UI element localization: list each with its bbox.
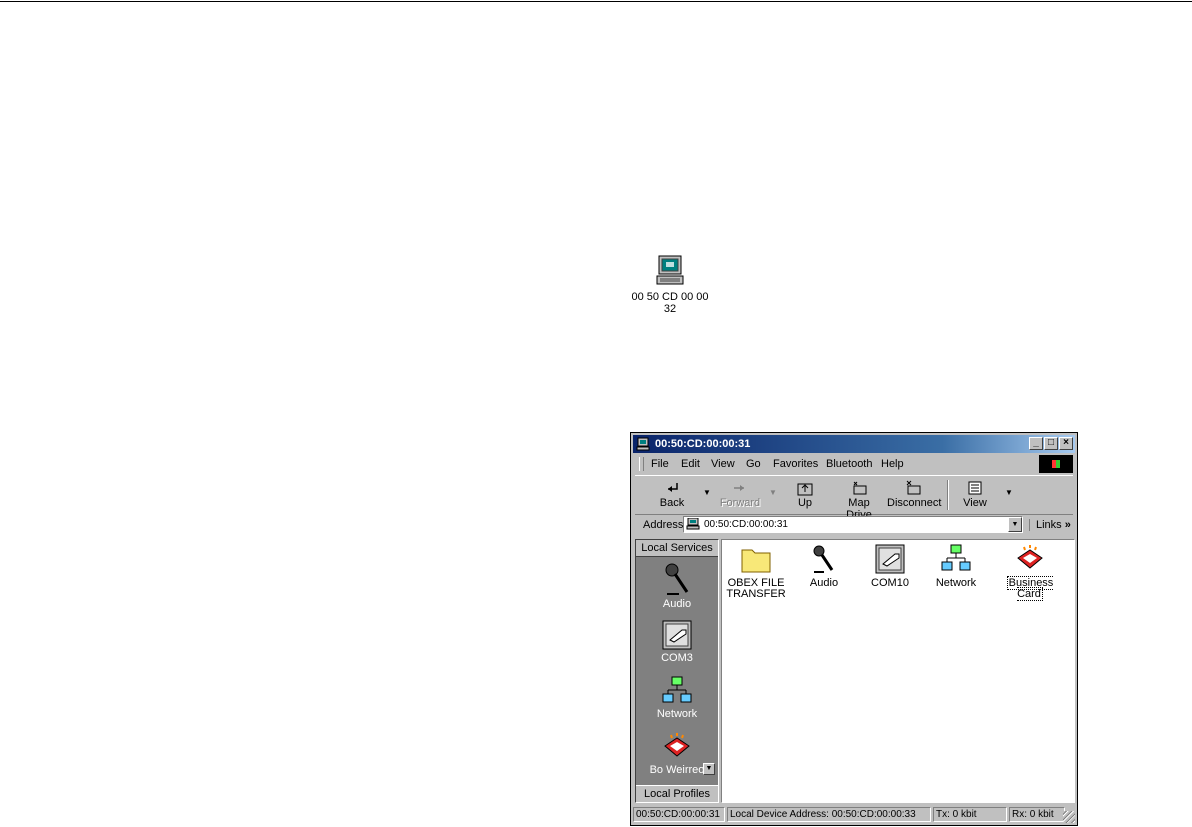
list-item-label: COM10 xyxy=(871,577,909,589)
sidebar-item-label: COM3 xyxy=(661,652,693,664)
address-dropdown-icon[interactable]: ▼ xyxy=(1008,517,1022,532)
forward-button[interactable]: Forward xyxy=(717,479,763,509)
sidebar-scroll-down-button[interactable]: ▼ xyxy=(703,763,715,775)
forward-arrow-icon xyxy=(734,485,744,491)
list-item-network[interactable]: Network xyxy=(924,544,988,589)
links-button[interactable]: Links » xyxy=(1029,519,1071,531)
local-profiles-footer[interactable]: Local Profiles xyxy=(636,785,718,802)
list-item-obex-file-transfer[interactable]: OBEX FILE TRANSFER xyxy=(724,544,788,600)
menu-view[interactable]: View xyxy=(711,457,735,471)
menu-favorites[interactable]: Favorites xyxy=(773,457,818,471)
computer-icon xyxy=(686,518,700,530)
menu-help[interactable]: Help xyxy=(881,457,904,471)
desktop-device-label: 00 50 CD 00 00 32 xyxy=(631,291,709,315)
sidebar-item-com3[interactable]: COM3 xyxy=(636,620,718,664)
windows-flag-icon xyxy=(1052,460,1060,468)
sidebar-item-label: Audio xyxy=(662,598,692,610)
address-bar: Address 00:50:CD:00:00:31 ▼ Links » xyxy=(635,515,1073,535)
toolbar-separator xyxy=(947,480,949,510)
microphone-icon xyxy=(813,545,834,573)
disconnect-label: Disconnect xyxy=(887,497,942,509)
top-rule xyxy=(0,1,1192,2)
folder-icon xyxy=(741,549,771,573)
disconnect-icon xyxy=(906,480,921,495)
sidebar-item-label: Bo Weirreo xyxy=(649,764,705,776)
list-item-audio[interactable]: Audio xyxy=(792,544,856,589)
list-item-label: OBEX FILE TRANSFER xyxy=(726,577,786,600)
list-item-business-card[interactable]: Business Card xyxy=(994,544,1066,601)
minimize-button[interactable]: _ xyxy=(1029,437,1043,450)
windows-logo xyxy=(1039,455,1073,473)
view-label: View xyxy=(963,497,987,509)
network-icon xyxy=(662,676,692,703)
list-item-label: Business Card xyxy=(1006,576,1054,601)
view-button[interactable]: View xyxy=(959,479,991,509)
serial-port-icon xyxy=(662,620,692,650)
chevron-down-icon: ▼ xyxy=(705,765,713,772)
list-item-label: Network xyxy=(935,577,977,589)
forward-dropdown-icon[interactable]: ▼ xyxy=(769,488,777,497)
view-dropdown-icon[interactable]: ▼ xyxy=(1005,488,1013,497)
status-rx: Rx: 0 kbit xyxy=(1009,807,1065,822)
menu-grip xyxy=(639,457,644,471)
content-pane: OBEX FILE TRANSFER Audio COM10 Network B… xyxy=(721,539,1075,803)
list-item-com10[interactable]: COM10 xyxy=(858,544,922,589)
maximize-button[interactable]: □ xyxy=(1044,437,1058,450)
business-card-icon xyxy=(664,733,690,757)
close-button[interactable]: × xyxy=(1059,437,1073,450)
sidebar-item-label: Network xyxy=(656,708,698,720)
list-item-label: Audio xyxy=(809,577,839,589)
up-label: Up xyxy=(797,497,813,509)
menu-go[interactable]: Go xyxy=(746,457,761,471)
desktop-device-icon[interactable]: 00 50 CD 00 00 32 xyxy=(628,254,712,315)
address-field[interactable]: 00:50:CD:00:00:31 ▼ xyxy=(683,516,1023,533)
window-title: 00:50:CD:00:00:31 xyxy=(655,438,751,450)
links-label: Links xyxy=(1036,519,1062,531)
computer-icon xyxy=(656,255,684,285)
menu-edit[interactable]: Edit xyxy=(681,457,700,471)
local-services-sidebar: Local Services Audio COM3 Network Bo Wei… xyxy=(635,539,719,803)
computer-icon xyxy=(636,437,650,451)
back-dropdown-icon[interactable]: ▼ xyxy=(703,488,711,497)
status-tx: Tx: 0 kbit xyxy=(933,807,1007,822)
up-button[interactable]: Up xyxy=(791,479,819,509)
forward-label: Forward xyxy=(719,497,761,509)
sidebar-item-audio[interactable]: Audio xyxy=(636,562,718,610)
disconnect-button[interactable]: Disconnect xyxy=(887,479,942,509)
sidebar-item-network[interactable]: Network xyxy=(636,676,718,720)
menu-bar: File Edit View Go Favorites Bluetooth He… xyxy=(635,455,1073,473)
microphone-icon xyxy=(665,563,689,595)
menu-file[interactable]: File xyxy=(651,457,669,471)
up-folder-icon xyxy=(797,483,813,496)
back-arrow-icon xyxy=(668,483,678,492)
business-card-icon xyxy=(1017,545,1043,569)
network-icon xyxy=(941,544,971,571)
local-services-header[interactable]: Local Services xyxy=(636,540,718,557)
menu-bluetooth[interactable]: Bluetooth xyxy=(826,457,872,471)
address-value: 00:50:CD:00:00:31 xyxy=(704,519,788,530)
resize-grip[interactable] xyxy=(1063,811,1075,823)
back-button[interactable]: Back xyxy=(655,479,689,509)
title-bar[interactable]: 00:50:CD:00:00:31 _ □ × xyxy=(633,435,1075,453)
view-list-icon xyxy=(968,481,982,495)
status-bar: 00:50:CD:00:00:31 Local Device Address: … xyxy=(633,805,1075,823)
status-local-address: Local Device Address: 00:50:CD:00:00:33 xyxy=(727,807,931,822)
map-drive-icon xyxy=(853,481,867,495)
chevron-right-icon: » xyxy=(1064,519,1071,531)
serial-port-icon xyxy=(875,544,905,574)
back-label: Back xyxy=(659,497,685,509)
toolbar: Back ▼ Forward ▼ Up Map Drive Disconnect… xyxy=(635,475,1073,521)
address-label: Address xyxy=(643,519,684,531)
status-device: 00:50:CD:00:00:31 xyxy=(633,807,725,822)
explorer-window: 00:50:CD:00:00:31 _ □ × File Edit View Go … xyxy=(630,432,1078,826)
